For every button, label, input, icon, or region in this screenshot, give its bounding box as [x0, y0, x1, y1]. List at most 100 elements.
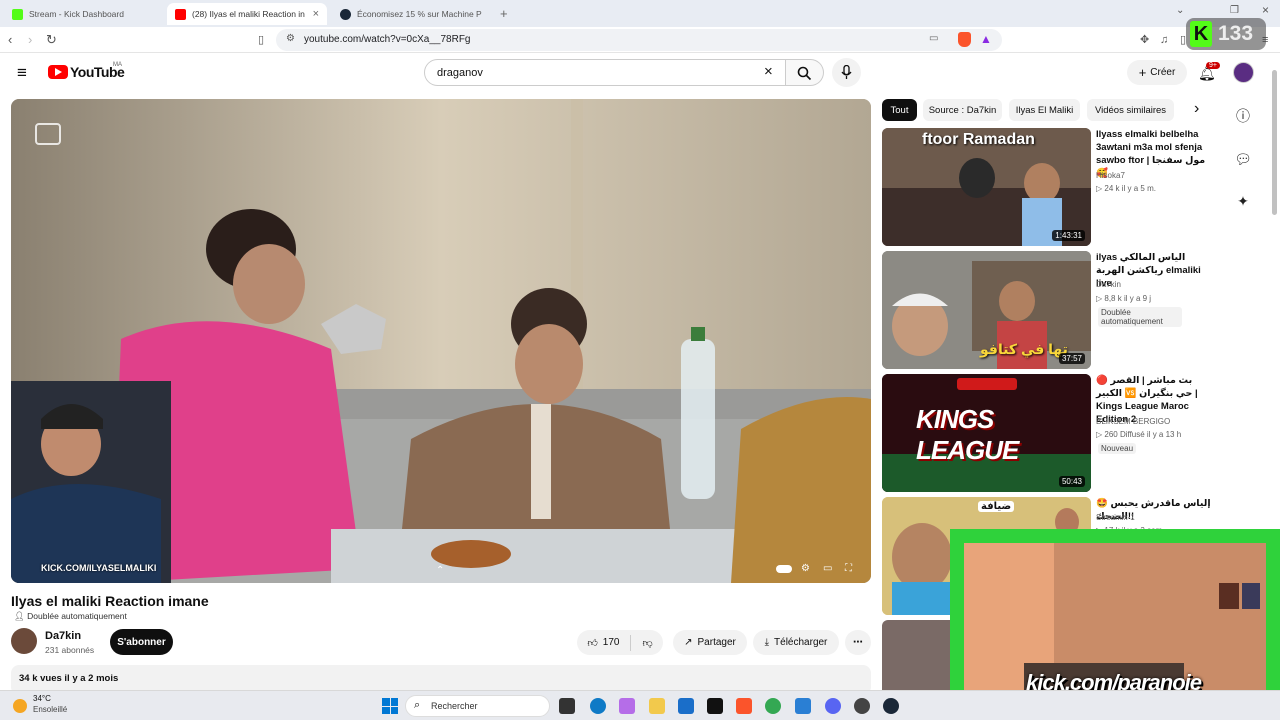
obs-icon[interactable]: [707, 698, 723, 714]
tab-youtube[interactable]: (28) Ilyas el maliki Reaction in ×: [167, 3, 327, 25]
account-avatar[interactable]: [1233, 62, 1254, 83]
edge-icon[interactable]: [590, 698, 606, 714]
channel-name[interactable]: Da7kin: [45, 630, 81, 642]
chrome-icon[interactable]: [765, 698, 781, 714]
views-and-date: 34 k vues il y a 2 mois: [19, 673, 119, 684]
related-video[interactable]: تها في كتافو 37:57 ilyas الياس المالكي ر…: [882, 251, 1201, 369]
search-button[interactable]: [786, 59, 824, 86]
chips-next-icon[interactable]: ›: [1194, 100, 1199, 118]
tab-steam[interactable]: Économisez 15 % sur Machine Party: [332, 3, 492, 25]
brave-icon[interactable]: [736, 698, 752, 714]
thumbs-down-icon[interactable]: 👎︎: [642, 637, 652, 649]
reload-icon[interactable]: ↻: [46, 32, 57, 48]
close-window-icon[interactable]: ×: [1262, 3, 1269, 17]
media-icon[interactable]: ♫: [1160, 32, 1168, 48]
video-thumbnail[interactable]: تها في كتافو 37:57: [882, 251, 1091, 369]
thumbs-up-icon: 👍︎: [587, 637, 598, 649]
weather-temp: 34°C: [33, 694, 51, 703]
related-channel[interactable]: Da7kin: [1096, 280, 1121, 289]
forward-icon[interactable]: ›: [28, 32, 32, 48]
like-button[interactable]: 👍︎ 170: [587, 637, 619, 649]
more-actions-button[interactable]: ⋯: [845, 630, 871, 655]
video-player[interactable]: KICK.COM/ILYASELMALIKI ⌃ ⚙ ▭ ⛶: [11, 99, 871, 583]
related-video[interactable]: ftoor Ramadan 1:43:31 Ilyass elmalki bel…: [882, 128, 1205, 246]
kick-favicon-icon: [12, 8, 23, 20]
hamburger-menu-icon[interactable]: ≡: [17, 64, 27, 81]
windows-start-icon[interactable]: [382, 698, 398, 714]
region-code: MA: [113, 62, 122, 68]
site-info-icon[interactable]: ⚙: [286, 33, 295, 44]
related-meta: ▷ 260 Diffusé il y a 13 h: [1096, 430, 1182, 439]
chip-source[interactable]: Source : Da7kin: [923, 99, 1002, 121]
create-label: Créer: [1150, 67, 1176, 78]
share-button[interactable]: ↗ Partager: [673, 630, 747, 655]
steam-icon[interactable]: [883, 698, 899, 714]
youtube-logo-icon[interactable]: [48, 65, 68, 79]
notification-count-badge: 9+: [1206, 62, 1220, 69]
info-icon[interactable]: ⓘ: [1234, 107, 1252, 125]
clear-search-icon[interactable]: ×: [764, 63, 773, 80]
bookmark-icon[interactable]: ▯: [258, 32, 264, 48]
search-box[interactable]: draganov ×: [424, 59, 786, 86]
chip-all[interactable]: Tout: [882, 99, 917, 121]
search-icon: [797, 66, 812, 81]
download-button[interactable]: ⤓ Télécharger: [753, 630, 839, 655]
page-scrollbar[interactable]: [1272, 70, 1277, 215]
related-video[interactable]: KINGS LEAGUE 50:43 🔴 بث مباشر | القصر ال…: [882, 374, 1198, 492]
like-dislike-group: 👍︎ 170 👎︎: [577, 630, 663, 655]
sparkle-icon[interactable]: ✦: [1234, 192, 1252, 210]
video-thumbnail[interactable]: KINGS LEAGUE 50:43: [882, 374, 1091, 492]
divider: [630, 634, 632, 651]
search-input[interactable]: draganov: [437, 67, 483, 79]
tab-title: (28) Ilyas el maliki Reaction in: [192, 9, 305, 19]
video-thumbnail[interactable]: ftoor Ramadan 1:43:31: [882, 128, 1091, 246]
settings-gear-icon[interactable]: ⚙: [801, 563, 810, 574]
related-channel[interactable]: BLIKSEM BERGIGO: [1096, 417, 1170, 426]
task-view-icon[interactable]: [559, 698, 575, 714]
windows-taskbar: 34°C Ensoleillé ⌕ Rechercher: [0, 690, 1280, 720]
plus-icon: +: [1138, 65, 1147, 80]
chip-similar[interactable]: Vidéos similaires: [1087, 99, 1174, 121]
related-channel[interactable]: Hisoka7: [1096, 171, 1125, 180]
thumbnail-text: KINGS LEAGUE: [916, 404, 1019, 465]
address-bar[interactable]: ⚙ youtube.com/watch?v=0cXa__78RFg ▭ ▲: [276, 29, 1002, 51]
cast-icon[interactable]: ▭: [929, 33, 938, 44]
brave-shield-icon[interactable]: [958, 32, 971, 47]
weather-desc: Ensoleillé: [33, 705, 68, 714]
autoplay-toggle[interactable]: [776, 565, 792, 573]
duration: 50:43: [1058, 476, 1085, 487]
dubbed-label: 👤︎ Doublée automatiquement: [14, 611, 127, 621]
like-count: 170: [602, 637, 620, 648]
discord-icon[interactable]: [825, 698, 841, 714]
search-icon: ⌕: [414, 699, 421, 711]
close-tab-icon[interactable]: ×: [313, 8, 319, 20]
back-icon[interactable]: ‹: [8, 32, 12, 48]
webcam-feed: kick.com/paranoie: [964, 543, 1266, 706]
tab-list-icon[interactable]: ⌄: [1176, 5, 1184, 16]
tab-kick-dashboard[interactable]: Stream - Kick Dashboard: [4, 3, 164, 25]
download-icon: ⤓: [764, 637, 770, 648]
restore-window-icon[interactable]: ❐: [1230, 5, 1239, 16]
fullscreen-icon[interactable]: ⛶: [845, 563, 852, 574]
taskbar-search[interactable]: ⌕ Rechercher: [405, 695, 550, 717]
copilot-icon[interactable]: [619, 698, 635, 714]
chip-ilyas[interactable]: Ilyas El Maliki: [1009, 99, 1080, 121]
steam-favicon-icon: [340, 8, 351, 20]
store-icon[interactable]: [678, 698, 694, 714]
channel-avatar[interactable]: [11, 628, 37, 654]
create-button[interactable]: + Créer: [1127, 60, 1187, 85]
brave-rewards-icon[interactable]: ▲: [980, 32, 992, 46]
sun-weather-icon[interactable]: [13, 699, 27, 713]
app-icon[interactable]: [795, 698, 811, 714]
app-icon[interactable]: [854, 698, 870, 714]
related-channel[interactable]: Streamix-1: [1096, 513, 1135, 522]
file-explorer-icon[interactable]: [649, 698, 665, 714]
subscribe-button[interactable]: S'abonner: [110, 629, 173, 655]
dubbed-icon: 👤︎: [14, 611, 25, 621]
new-tab-button[interactable]: +: [500, 6, 508, 21]
chat-icon[interactable]: 💬︎: [1234, 150, 1252, 168]
miniplayer-icon[interactable]: ▭: [823, 563, 832, 574]
extensions-icon[interactable]: ✥: [1140, 32, 1149, 48]
voice-search-button[interactable]: [832, 58, 861, 87]
expand-up-icon[interactable]: ⌃: [436, 565, 444, 576]
